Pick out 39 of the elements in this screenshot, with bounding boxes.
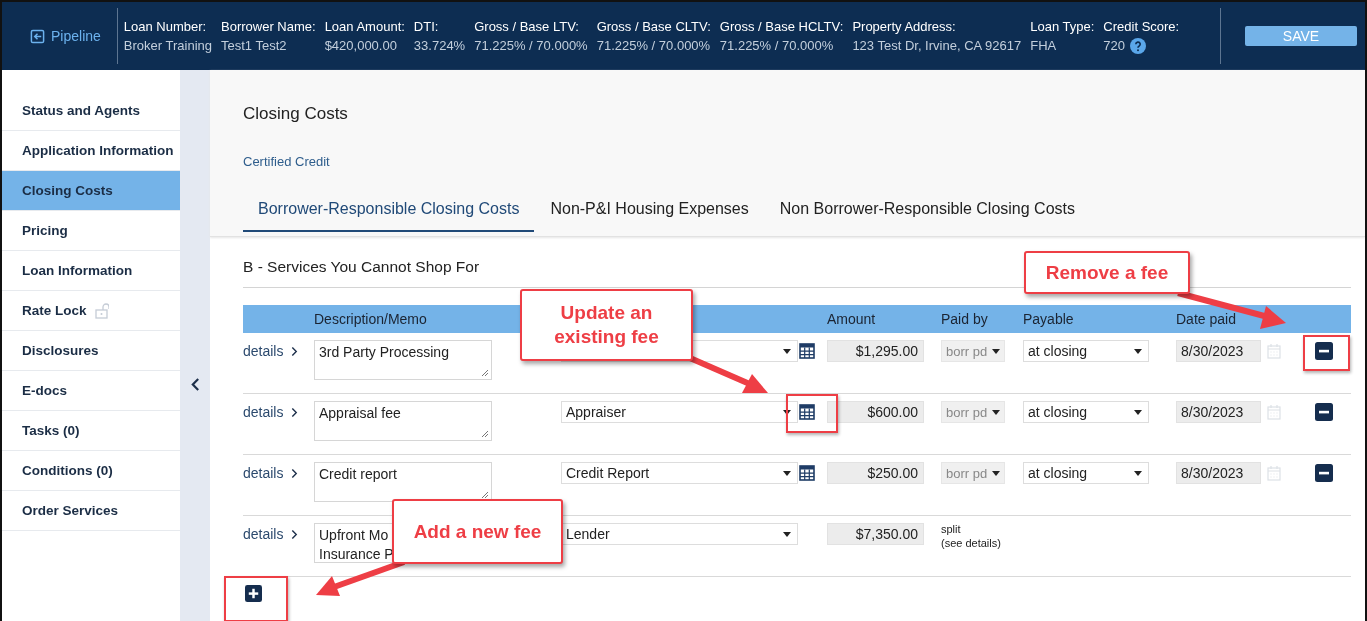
field-value: 71.225% / 70.000% — [474, 37, 588, 53]
field-value: FHA — [1030, 37, 1057, 53]
split-note: (see details) — [941, 537, 1002, 549]
field-value: 71.225% / 70.000% — [596, 37, 711, 53]
field-label: Property Address: — [852, 18, 957, 34]
date-paid-field: 8/30/2023 — [1176, 401, 1261, 423]
column-header: Paid by — [941, 311, 988, 327]
column-header: Date paid — [1176, 311, 1236, 327]
field-value: 71.225% / 70.000% — [719, 37, 834, 53]
field-label: Loan Type: — [1030, 18, 1095, 34]
amount-field: $250.00 — [827, 462, 924, 484]
field-label: Gross / Base CLTV: — [596, 18, 711, 34]
field-label: Borrower Name: — [221, 18, 316, 34]
date-paid-field: 8/30/2023 — [1176, 340, 1261, 362]
split-text: split — [941, 523, 962, 535]
field-value: Test1 Test2 — [221, 37, 287, 53]
column-header: Description/Memo — [314, 311, 427, 327]
annotation-tooltip: Remove a fee — [1024, 251, 1190, 294]
column-header: Payable — [1023, 311, 1074, 327]
amount-field: $7,350.00 — [827, 523, 924, 545]
date-paid-field: 8/30/2023 — [1176, 462, 1261, 484]
field-label: Credit Score: — [1103, 18, 1180, 34]
field-label: Gross / Base LTV: — [474, 18, 580, 34]
page-title: Closing Costs — [243, 104, 349, 124]
amount-field: $1,295.00 — [827, 340, 924, 362]
field-value: 720 — [1103, 38, 1126, 53]
annotation-tooltip: Update an existing fee — [520, 289, 693, 361]
annotation-tooltip: Add a new fee — [392, 499, 563, 564]
field-label: Loan Number: — [123, 18, 208, 34]
section-title: B - Services You Cannot Shop For — [243, 258, 480, 276]
field-label: Loan Amount: — [324, 18, 405, 34]
amount-field: $600.00 — [827, 401, 924, 423]
field-value: Broker Training — [123, 37, 212, 53]
field-label: Gross / Base HCLTV: — [719, 18, 844, 34]
field-value: 123 Test Dr, Irvine, CA 92617 — [852, 37, 1022, 53]
column-header: Amount — [827, 311, 876, 327]
field-label: DTI: — [413, 18, 440, 34]
field-value: $420,000.00 — [324, 37, 397, 53]
field-value: 33.724% — [413, 37, 466, 53]
